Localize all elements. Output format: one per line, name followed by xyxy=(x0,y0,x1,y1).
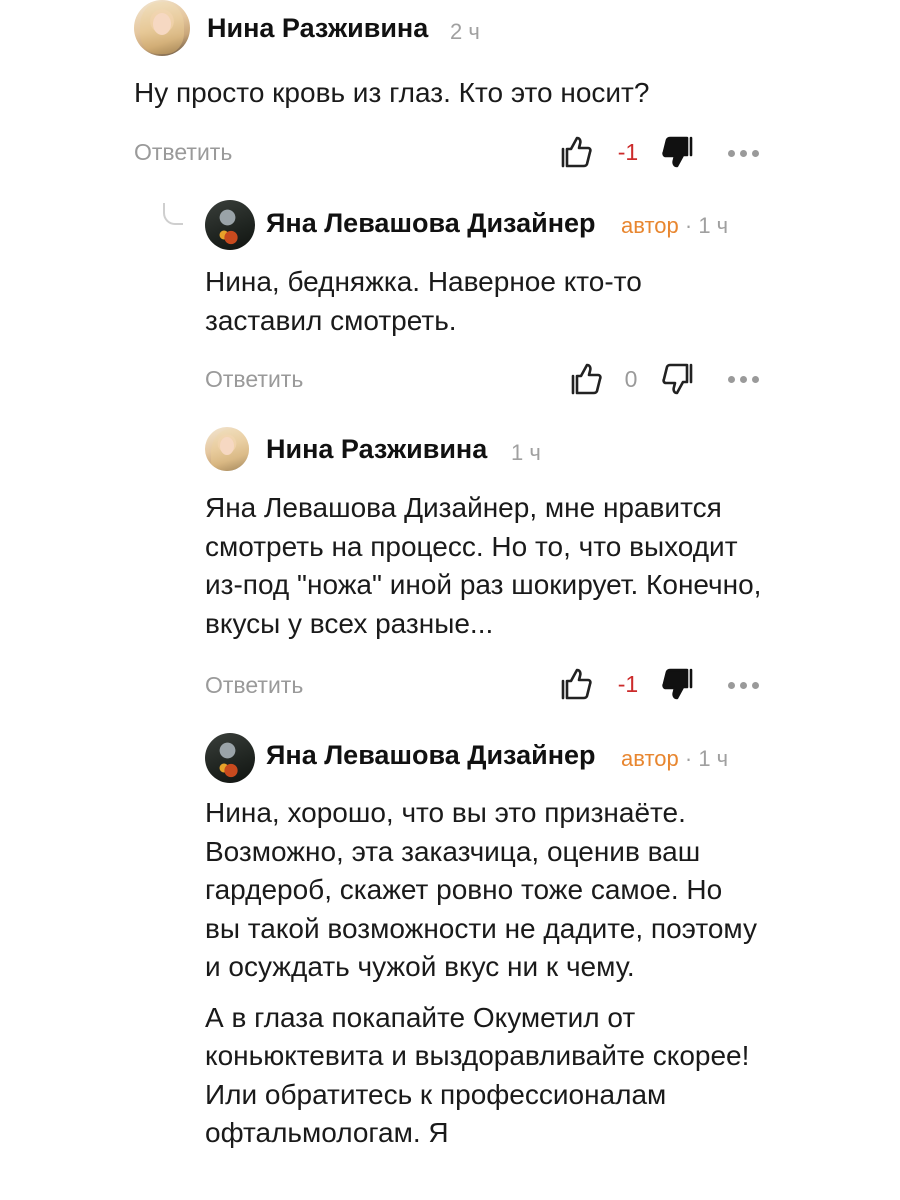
comment-text: Яна Левашова Дизайнер, мне нравится смот… xyxy=(205,489,765,643)
author-badge: автор xyxy=(621,746,679,771)
reply-button[interactable]: Ответить xyxy=(205,366,303,393)
thumbs-down-icon[interactable] xyxy=(662,667,696,701)
comment-time-value: 1 ч xyxy=(698,213,729,238)
comment-text: Ну просто кровь из глаз. Кто это носит? xyxy=(134,74,834,113)
vote-controls: -1 xyxy=(560,665,710,705)
meta-separator: · xyxy=(684,213,693,238)
comment-time-value: 1 ч xyxy=(698,746,729,771)
comment-text: Нина, бедняжка. Наверное кто-то заставил… xyxy=(205,263,685,340)
comment-paragraph: Ну просто кровь из глаз. Кто это носит? xyxy=(134,77,650,108)
comment-time-value: 1 ч xyxy=(511,440,541,465)
more-options-icon[interactable] xyxy=(728,373,764,385)
comment-paragraph: А в глаза покапайте Окуметил от коньюкте… xyxy=(205,1001,750,1149)
more-options-icon[interactable] xyxy=(728,679,764,691)
comment-paragraph: Нина, бедняжка. Наверное кто-то заставил… xyxy=(205,266,642,336)
author-badge: автор xyxy=(621,213,679,238)
avatar[interactable] xyxy=(205,427,249,471)
vote-controls: -1 xyxy=(560,133,710,173)
comment-time: 1 ч xyxy=(511,440,541,466)
thumbs-up-icon[interactable] xyxy=(560,667,594,701)
author-name[interactable]: Яна Левашова Дизайнер xyxy=(266,208,596,239)
thumbs-up-icon[interactable] xyxy=(560,135,594,169)
author-name[interactable]: Яна Левашова Дизайнер xyxy=(266,740,596,771)
thumbs-down-icon[interactable] xyxy=(662,135,696,169)
more-options-icon[interactable] xyxy=(728,147,764,159)
comment-text: Нина, хорошо, что вы это признаёте. Возм… xyxy=(205,794,760,1153)
meta-separator: · xyxy=(684,746,693,771)
comment-time-value: 2 ч xyxy=(450,19,480,44)
rating-count: -1 xyxy=(617,139,639,165)
avatar[interactable] xyxy=(134,0,190,56)
reply-button[interactable]: Ответить xyxy=(134,139,232,166)
author-name[interactable]: Нина Разживина xyxy=(207,13,428,44)
thumbs-down-icon[interactable] xyxy=(662,362,696,396)
comment-paragraph: Нина, хорошо, что вы это признаёте. Возм… xyxy=(205,797,757,982)
thumbs-up-icon[interactable] xyxy=(570,362,604,396)
vote-controls: 0 xyxy=(570,360,720,400)
author-name[interactable]: Нина Разживина xyxy=(266,434,487,465)
avatar[interactable] xyxy=(205,733,255,783)
comment-paragraph: Яна Левашова Дизайнер, мне нравится смот… xyxy=(205,492,762,639)
comment-meta: автор · 1 ч xyxy=(621,746,728,772)
rating-count: -1 xyxy=(617,671,639,697)
rating-count: 0 xyxy=(624,366,638,392)
comment-time: 2 ч xyxy=(450,19,480,45)
avatar[interactable] xyxy=(205,200,255,250)
reply-button[interactable]: Ответить xyxy=(205,672,303,699)
thread-connector xyxy=(163,203,183,225)
comment-meta: автор · 1 ч xyxy=(621,213,728,239)
